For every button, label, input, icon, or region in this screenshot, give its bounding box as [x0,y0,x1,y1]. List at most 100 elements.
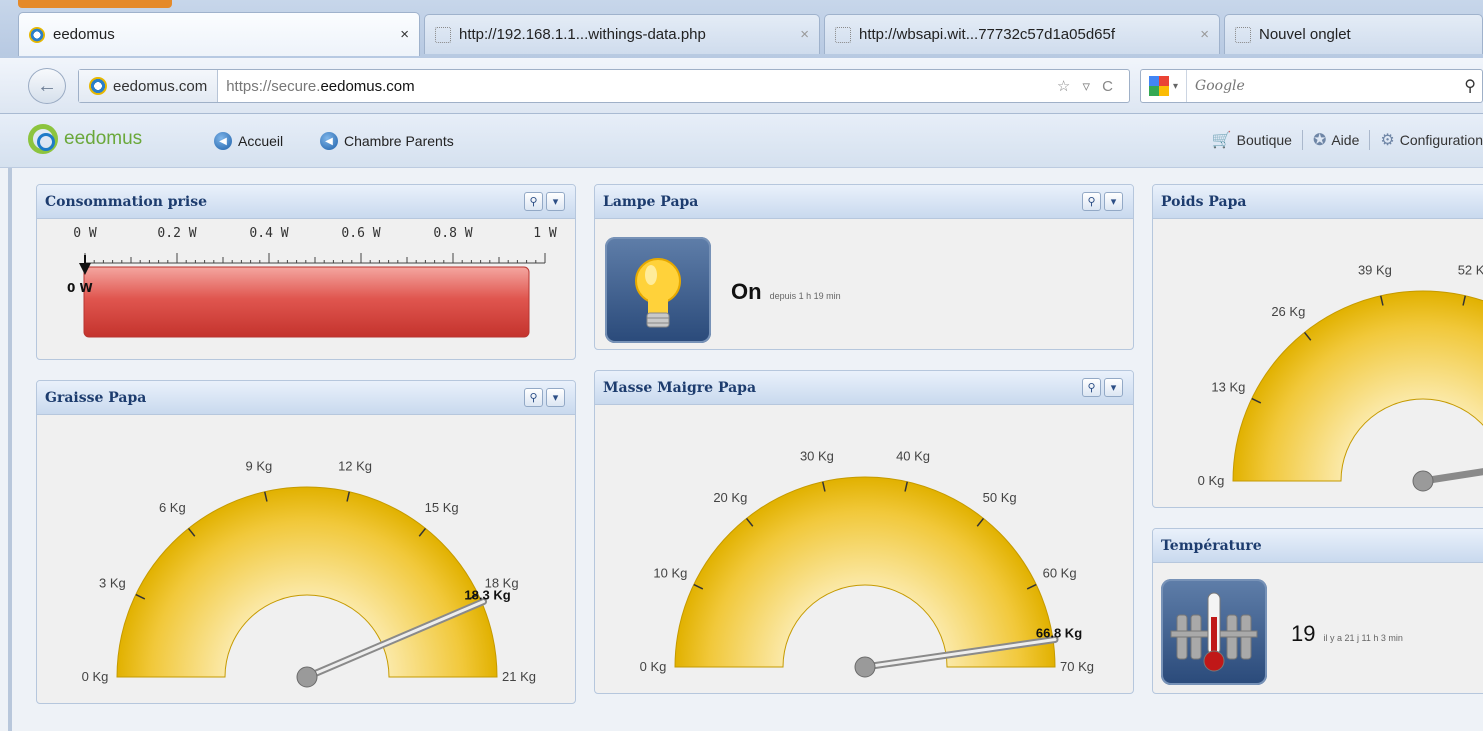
close-tab-icon[interactable]: × [800,26,809,43]
logo-text: eedomus [64,128,143,149]
zoom-icon[interactable]: ⚲ [524,388,543,407]
widget-title: Poids Papa [1161,193,1247,210]
state-since: depuis 1 h 19 min [769,291,841,301]
chevron-down-icon[interactable]: ▾ [1104,192,1123,211]
aide-label: Aide [1331,132,1360,148]
tab-withings-data[interactable]: http://192.168.1.1...withings-data.php × [424,14,820,54]
temperature-value: 19 [1291,621,1316,646]
url-domain: eedomus.com [320,77,415,95]
gauge-tick-label: 20 Kg [713,490,747,505]
widget-title: Masse Maigre Papa [603,379,757,396]
temperature-state: 19 il y a 21 j 11 h 3 min [1291,621,1403,647]
tab-wbsapi[interactable]: http://wbsapi.wit...77732c57d1a05d65f × [824,14,1220,54]
widget-header: Consommation prise ⚲ ▾ [37,185,575,219]
gauge-tick-label: 9 Kg [246,458,273,473]
state-value: On [731,279,762,304]
configuration-label: Configuration [1399,132,1483,148]
scale-tick-label: 1 W [533,226,557,241]
address-bar[interactable]: eedomus.com https://secure.eedomus.com ☆… [78,69,1130,103]
close-tab-icon[interactable]: × [400,26,409,43]
widget-title: Graisse Papa [45,389,147,406]
arrow-right-icon: ◀ [320,132,338,150]
divider [1301,130,1303,150]
cart-icon: 🛒 [1211,132,1232,149]
gauge-hub [296,666,318,688]
chevron-down-icon[interactable]: ▾ [546,192,565,211]
aide-link[interactable]: ✪ Aide [1313,130,1359,150]
widget-header: Poids Papa [1153,185,1483,219]
power-value-label: 0 W [67,281,93,295]
gauge-tick-label: 0 Kg [82,669,109,684]
site-identity-button[interactable]: eedomus.com [79,70,219,102]
search-engine-selector[interactable]: ▾ [1141,70,1188,102]
temperature-since: il y a 21 j 11 h 3 min [1323,633,1403,643]
search-icon[interactable]: ⚲ [1464,76,1482,96]
gauge-tick-label: 40 Kg [896,448,930,463]
graisse-gauge: 0 Kg3 Kg6 Kg9 Kg 12 Kg15 Kg18 Kg21 Kg18.3… [82,458,536,688]
widget-title: Consommation prise [45,193,208,210]
gauge-tick-label: 15 Kg [425,500,459,515]
app-header: eedomus ◀ Accueil ◀ Chambre Parents 🛒 Bou… [0,114,1483,168]
back-button[interactable]: ← [28,68,66,104]
zoom-icon[interactable]: ⚲ [1082,378,1101,397]
breadcrumb-chambre-parents[interactable]: ◀ Chambre Parents [320,132,454,150]
masse-gauge: 0 Kg 10 Kg 20 Kg 30 Kg 40 Kg 50 Kg 60 Kg 70 Kg 6… [640,448,1094,678]
scale-tick-label: 0.4 W [249,226,288,241]
widget-lampe: Lampe Papa ⚲ ▾ On depuis 1 h 19 min [594,184,1134,350]
scale-tick-label: 0 W [73,226,97,241]
site-favicon-icon [89,77,107,95]
tab-nouvel-onglet[interactable]: Nouvel onglet [1224,14,1483,54]
url-text[interactable]: https://secure.eedomus.com [218,78,414,95]
widget-temperature: Température 19 il y a 21 j 11 h 3 min [1152,528,1483,694]
gauge-tick-label: 50 Kg [983,490,1017,505]
widget-title: Température [1161,537,1262,554]
bulb-icon[interactable] [605,237,711,343]
url-prefix: https://secure. [226,77,321,95]
close-tab-icon[interactable]: × [1200,26,1209,43]
zoom-icon[interactable]: ⚲ [524,192,543,211]
breadcrumb-accueil[interactable]: ◀ Accueil [214,132,283,150]
tab-strip: eedomus × http://192.168.1.1...withings-… [0,0,1483,58]
search-bar[interactable]: ▾ Google ⚲ [1140,69,1483,103]
widget-graisse: Graisse Papa ⚲ ▾ 0 Kg 3 Kg 6 Kg 9 Kg 12 Kg 15 … [36,380,576,704]
gauge-value-label: 66.8 Kg [1036,626,1082,641]
gauge-tick-label: 26 Kg [1271,304,1305,319]
eedomus-favicon-icon [29,26,45,43]
gauge-tick-label: 52 K [1458,262,1483,277]
logo-icon [28,124,58,154]
divider [1369,130,1371,150]
breadcrumb-label: Chambre Parents [344,133,454,149]
tab-eedomus[interactable]: eedomus × [18,12,420,56]
eedomus-logo[interactable]: eedomus [28,124,142,154]
search-input[interactable]: Google [1187,78,1245,94]
poids-gauge: 0 Kg 13 Kg 26 Kg 39 Kg 52 K [1198,262,1483,492]
power-bar [83,266,530,338]
zoom-icon[interactable]: ⚲ [1082,192,1101,211]
gauge-value-label: 18.3 Kg [464,588,510,603]
left-border [8,168,12,731]
navigation-toolbar: ← eedomus.com https://secure.eedomus.com… [0,58,1483,114]
gauge-hub [1412,470,1434,492]
help-icon: ✪ [1312,132,1327,149]
header-links: 🛒 Boutique ✪ Aide ⚙ Configuration [1212,130,1483,150]
chevron-down-icon[interactable]: ▾ [546,388,565,407]
gauge-tick-label: 3 Kg [99,575,126,590]
lamp-state: On depuis 1 h 19 min [731,279,841,305]
widget-consommation: Consommation prise ⚲ ▾ 0 W 0.2 W 0.4 W 0.6 W… [36,184,576,360]
gauge-tick-label: 6 Kg [159,500,186,515]
gauge-hub [854,656,876,678]
widget-masse-maigre: Masse Maigre Papa ⚲ ▾ 0 Kg 10 Kg 20 Kg 30 Kg… [594,370,1134,694]
gauge-tick-label: 60 Kg [1043,565,1077,580]
firefox-menu-button[interactable] [18,0,172,8]
thermometer-icon[interactable] [1161,579,1267,685]
bookmark-star-icon[interactable]: ☆ ▿ C [1057,77,1129,95]
chevron-down-icon[interactable]: ▾ [1104,378,1123,397]
widget-header: Graisse Papa ⚲ ▾ [37,381,575,415]
widget-title: Lampe Papa [603,193,699,210]
widget-poids: Poids Papa 0 Kg 13 Kg 26 Kg 39 Kg 52 K [1152,184,1483,508]
boutique-link[interactable]: 🛒 Boutique [1212,130,1292,150]
gauge-arc [674,476,1056,668]
configuration-link[interactable]: ⚙ Configuration [1380,130,1483,150]
gauge-tick-label: 30 Kg [800,448,834,463]
arrow-right-icon: ◀ [214,132,232,150]
